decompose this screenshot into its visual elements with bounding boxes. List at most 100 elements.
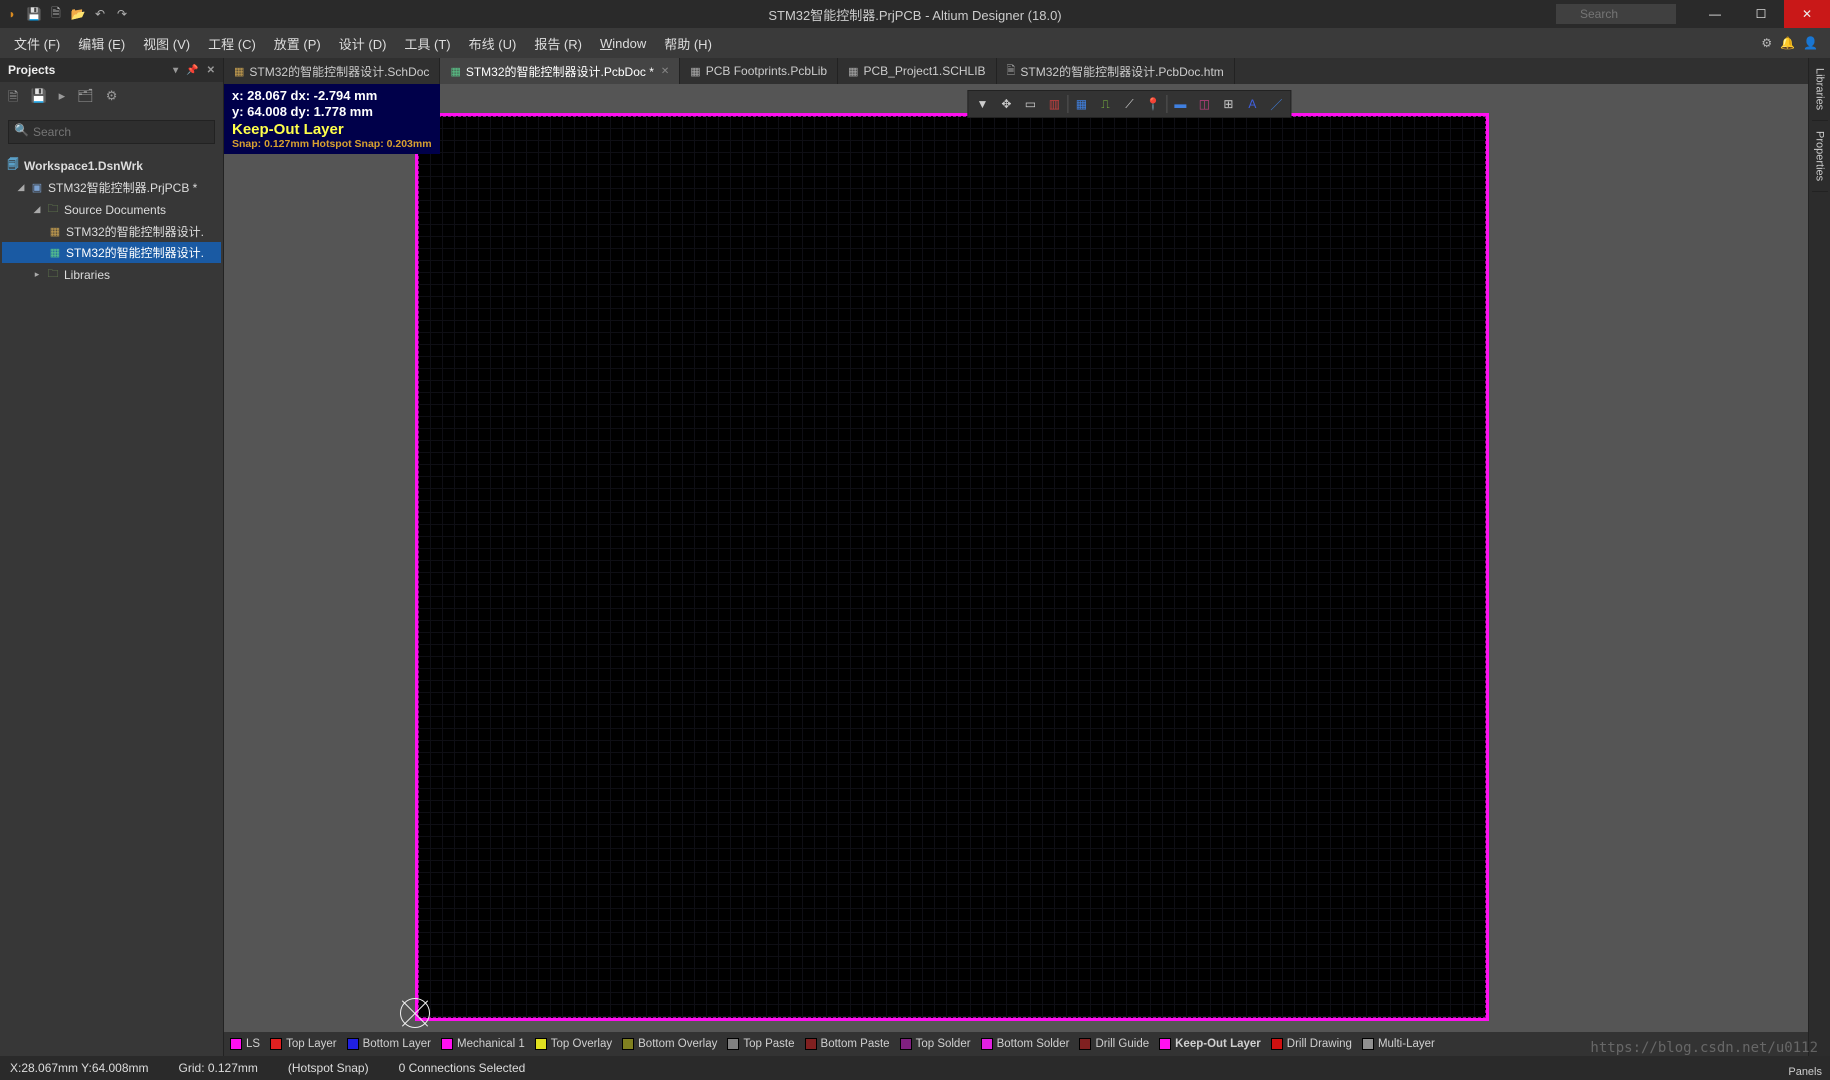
menu-help[interactable]: 帮助 (H) xyxy=(656,30,720,57)
undo-icon[interactable]: ↶ xyxy=(92,6,108,22)
polygon-icon[interactable]: ▬ xyxy=(1168,93,1192,115)
layer-tab[interactable]: Bottom Solder xyxy=(981,1038,1070,1050)
layers-bar: LS Top Layer Bottom Layer Mechanical 1 Top O… xyxy=(224,1032,1808,1056)
tab-pcblib[interactable]: ▦ PCB Footprints.PcbLib xyxy=(680,58,838,84)
filter-icon[interactable]: ▼ xyxy=(970,93,994,115)
menu-reports[interactable]: 报告 (R) xyxy=(526,30,590,57)
caret-icon[interactable]: ◢ xyxy=(16,182,26,193)
route-icon[interactable]: ⎍ xyxy=(1093,93,1117,115)
tab-pcbdoc[interactable]: ▦ STM32的智能控制器设计.PcbDoc * ✕ xyxy=(440,58,680,84)
layer-label: Mechanical 1 xyxy=(457,1038,525,1050)
tab-schlib[interactable]: ▦ PCB_Project1.SCHLIB xyxy=(838,58,996,84)
panels-button[interactable]: Panels xyxy=(1788,1066,1822,1078)
layer-label: Bottom Paste xyxy=(821,1038,890,1050)
tb-compile-icon[interactable]: ▸ xyxy=(59,88,66,110)
workspace-icon: 🗐 xyxy=(6,156,20,175)
layer-tab[interactable]: Mechanical 1 xyxy=(441,1038,525,1050)
via-icon[interactable]: ⟋ xyxy=(1117,93,1141,115)
tree-doc-pcbdoc[interactable]: ▦ STM32的智能控制器设计. xyxy=(2,242,221,263)
tree-label: Workspace1.DsnWrk xyxy=(24,159,143,173)
layer-tab[interactable]: LS xyxy=(230,1038,260,1050)
layer-color-swatch xyxy=(981,1038,993,1050)
save-all-icon[interactable]: 🗎 xyxy=(48,6,64,22)
tb-tree-icon[interactable]: 🗂 xyxy=(77,88,94,110)
layer-tab[interactable]: Keep-Out Layer xyxy=(1159,1038,1261,1050)
document-tabs: ▦ STM32的智能控制器设计.SchDoc ▦ STM32的智能控制器设计.P… xyxy=(224,58,1808,84)
app-logo-icon: ◗ xyxy=(4,6,20,22)
tree-source-documents[interactable]: ◢ 🗀 Source Documents xyxy=(2,198,221,221)
settings-icon[interactable]: ⚙ xyxy=(1761,36,1772,50)
schdoc-icon: ▦ xyxy=(234,65,244,78)
heads-up-display: x: 28.067 dx: -2.794 mm y: 64.008 dy: 1.… xyxy=(224,84,440,154)
profile-icon[interactable]: 👤 xyxy=(1803,36,1818,50)
htm-icon: 🗎 xyxy=(1007,62,1016,81)
pcb-board-outline[interactable] xyxy=(416,114,1488,1020)
layer-label: Drill Drawing xyxy=(1287,1038,1352,1050)
panel-dropdown-icon[interactable]: ▾ xyxy=(173,65,178,76)
tree-doc-schdoc[interactable]: ▦ STM32的智能控制器设计. xyxy=(2,221,221,242)
menu-file[interactable]: 文件 (F) xyxy=(6,30,68,57)
dimension-icon[interactable]: ◫ xyxy=(1192,93,1216,115)
project-icon: ▣ xyxy=(30,181,44,194)
layer-label: Top Layer xyxy=(286,1038,337,1050)
tree-workspace[interactable]: 🗐 Workspace1.DsnWrk xyxy=(2,154,221,177)
close-button[interactable]: ✕ xyxy=(1784,0,1830,28)
layer-color-swatch xyxy=(1271,1038,1283,1050)
layer-color-swatch xyxy=(900,1038,912,1050)
open-icon[interactable]: 📂 xyxy=(70,6,86,22)
menu-view[interactable]: 视图 (V) xyxy=(135,30,198,57)
tb-save-icon[interactable]: 💾 xyxy=(30,88,46,110)
menu-tools[interactable]: 工具 (T) xyxy=(396,30,458,57)
layer-tab[interactable]: Bottom Overlay xyxy=(622,1038,717,1050)
layer-tab[interactable]: Top Layer xyxy=(270,1038,337,1050)
align-icon[interactable]: ▥ xyxy=(1042,93,1066,115)
tab-htm[interactable]: 🗎 STM32的智能控制器设计.PcbDoc.htm xyxy=(997,58,1235,84)
projects-search-input[interactable] xyxy=(8,120,215,144)
tb-new-icon[interactable]: 🗎 xyxy=(8,88,18,110)
selection-icon[interactable]: ▭ xyxy=(1018,93,1042,115)
line-icon[interactable]: ／ xyxy=(1264,93,1288,115)
layers-icon[interactable]: ▦ xyxy=(1069,93,1093,115)
menu-place[interactable]: 放置 (P) xyxy=(266,30,329,57)
save-icon[interactable]: 💾 xyxy=(26,6,42,22)
redo-icon[interactable]: ↷ xyxy=(114,6,130,22)
tab-close-icon[interactable]: ✕ xyxy=(661,66,669,77)
tab-label: PCB Footprints.PcbLib xyxy=(706,64,827,78)
edge-tab-properties[interactable]: Properties xyxy=(1812,121,1828,192)
global-search-input[interactable] xyxy=(1556,4,1676,24)
status-grid: Grid: 0.127mm xyxy=(179,1061,258,1075)
notifications-icon[interactable]: 🔔 xyxy=(1780,36,1795,50)
caret-icon[interactable]: ▸ xyxy=(32,269,42,280)
layer-tab[interactable]: Drill Drawing xyxy=(1271,1038,1352,1050)
move-icon[interactable]: ✥ xyxy=(994,93,1018,115)
menu-project[interactable]: 工程 (C) xyxy=(200,30,264,57)
layer-tab[interactable]: Top Paste xyxy=(727,1038,794,1050)
tab-schdoc[interactable]: ▦ STM32的智能控制器设计.SchDoc xyxy=(224,58,440,84)
layer-tab[interactable]: Multi-Layer xyxy=(1362,1038,1435,1050)
panel-pin-icon[interactable]: 📌 xyxy=(186,65,198,76)
menu-route[interactable]: 布线 (U) xyxy=(461,30,525,57)
edge-tab-libraries[interactable]: Libraries xyxy=(1812,58,1828,121)
tree-project[interactable]: ◢ ▣ STM32智能控制器.PrjPCB * xyxy=(2,177,221,198)
panel-close-icon[interactable]: ✕ xyxy=(207,65,215,76)
text-icon[interactable]: A xyxy=(1240,93,1264,115)
maximize-button[interactable]: ☐ xyxy=(1738,0,1784,28)
measure-icon[interactable]: ⊞ xyxy=(1216,93,1240,115)
menu-edit[interactable]: 编辑 (E) xyxy=(70,30,133,57)
menu-window[interactable]: Window xyxy=(592,32,654,55)
layer-tab[interactable]: Bottom Layer xyxy=(347,1038,431,1050)
pcb-canvas[interactable]: x: 28.067 dx: -2.794 mm y: 64.008 dy: 1.… xyxy=(224,84,1808,1032)
tree-libraries[interactable]: ▸ 🗀 Libraries xyxy=(2,263,221,286)
layer-tab[interactable]: Top Solder xyxy=(900,1038,971,1050)
layer-tab[interactable]: Bottom Paste xyxy=(805,1038,890,1050)
menu-design[interactable]: 设计 (D) xyxy=(331,30,395,57)
folder-icon: 🗀 xyxy=(46,200,60,219)
caret-icon[interactable]: ◢ xyxy=(32,204,42,215)
layer-tab[interactable]: Drill Guide xyxy=(1079,1038,1149,1050)
pin-icon[interactable]: 📍 xyxy=(1141,93,1165,115)
layer-tab[interactable]: Top Overlay xyxy=(535,1038,612,1050)
tb-settings-icon[interactable]: ⚙ xyxy=(106,88,118,110)
hud-y-line: y: 64.008 dy: 1.778 mm xyxy=(232,104,432,120)
minimize-button[interactable]: ― xyxy=(1692,0,1738,28)
tab-label: STM32的智能控制器设计.PcbDoc * xyxy=(466,63,654,80)
